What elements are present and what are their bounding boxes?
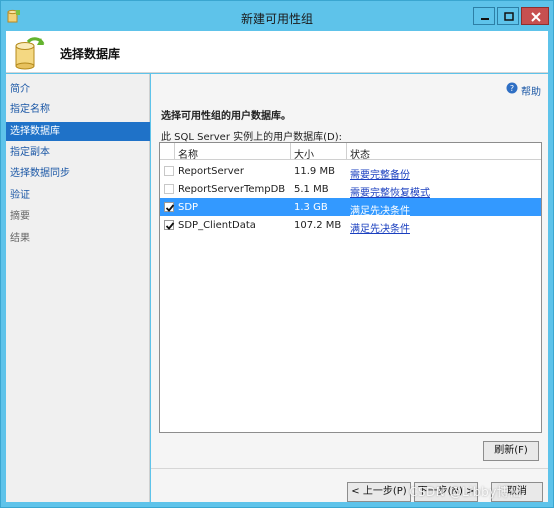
- sidebar-item-results: 结果: [10, 233, 30, 244]
- database-refresh-icon: [15, 37, 45, 70]
- previous-button[interactable]: < 上一步(P): [347, 482, 411, 502]
- column-size-header[interactable]: 大小: [294, 146, 314, 161]
- table-row[interactable]: SDP_ClientData 107.2 MB 满足先决条件: [160, 216, 541, 235]
- svg-text:?: ?: [510, 84, 514, 93]
- minimize-icon: [481, 18, 489, 20]
- row-checkbox[interactable]: [164, 220, 175, 230]
- row-checkbox[interactable]: [164, 184, 174, 194]
- checkmark-icon: [165, 204, 175, 212]
- column-status-header[interactable]: 状态: [350, 146, 370, 161]
- sidebar-item-specify-name[interactable]: 指定名称: [6, 100, 150, 119]
- section-heading: 选择可用性组的用户数据库。: [161, 111, 291, 122]
- database-name: ReportServer: [178, 166, 244, 177]
- page-header: 选择数据库: [6, 31, 548, 73]
- help-icon[interactable]: ?: [506, 82, 518, 94]
- database-status-link[interactable]: 满足先决条件: [350, 220, 410, 235]
- database-grid[interactable]: 名称 大小 状态 ReportServer 11.9 MB 需要完整备份 Rep…: [159, 142, 542, 433]
- title-bar[interactable]: 新建可用性组: [1, 1, 553, 31]
- window-title: 新建可用性组: [240, 12, 313, 26]
- sidebar: 简介 指定名称 选择数据库 指定副本 选择数据同步 验证 摘要 结果: [6, 74, 150, 502]
- grid-label: 此 SQL Server 实例上的用户数据库(D):: [161, 132, 342, 143]
- help-link[interactable]: 帮助: [521, 83, 541, 98]
- table-row[interactable]: SDP 1.3 GB 满足先决条件: [160, 198, 541, 217]
- sidebar-item-validation[interactable]: 验证: [6, 186, 150, 205]
- sidebar-item-data-sync[interactable]: 选择数据同步: [6, 164, 150, 183]
- watermark: CSDN @Libby博仙: [409, 485, 522, 499]
- minimize-button[interactable]: [473, 7, 495, 25]
- page-title: 选择数据库: [60, 47, 121, 61]
- database-name: ReportServerTempDB: [178, 184, 286, 195]
- sidebar-item-intro[interactable]: 简介: [6, 80, 150, 99]
- database-name: SDP_ClientData: [178, 220, 256, 231]
- database-name: SDP: [178, 202, 199, 213]
- database-size: 107.2 MB: [294, 220, 342, 231]
- database-size: 1.3 GB: [294, 202, 328, 213]
- database-status-link[interactable]: 满足先决条件: [350, 202, 410, 217]
- row-checkbox[interactable]: [164, 202, 175, 212]
- column-name-header[interactable]: 名称: [178, 146, 198, 161]
- database-status-link[interactable]: 需要完整备份: [350, 166, 410, 181]
- row-checkbox[interactable]: [164, 166, 174, 176]
- close-button[interactable]: [521, 7, 549, 25]
- checkmark-icon: [165, 222, 175, 230]
- maximize-button[interactable]: [497, 7, 519, 25]
- footer-divider: [151, 468, 548, 469]
- refresh-button[interactable]: 刷新(F): [483, 441, 539, 461]
- table-row[interactable]: ReportServerTempDB 5.1 MB 需要完整恢复模式: [160, 180, 541, 199]
- wizard-window: 新建可用性组 选择数据库 简介 指定名称 选择数据库 指定副本 选择数据同步 验…: [0, 0, 554, 508]
- table-row[interactable]: ReportServer 11.9 MB 需要完整备份: [160, 162, 541, 181]
- grid-header: 名称 大小 状态: [160, 143, 541, 161]
- sidebar-item-select-databases[interactable]: 选择数据库: [6, 122, 150, 141]
- database-size: 5.1 MB: [294, 184, 329, 195]
- close-icon: [531, 12, 541, 22]
- database-status-link[interactable]: 需要完整恢复模式: [350, 184, 430, 199]
- sidebar-item-summary: 摘要: [10, 211, 30, 222]
- database-size: 11.9 MB: [294, 166, 335, 177]
- maximize-icon: [504, 12, 514, 21]
- sidebar-item-specify-replicas[interactable]: 指定副本: [6, 143, 150, 162]
